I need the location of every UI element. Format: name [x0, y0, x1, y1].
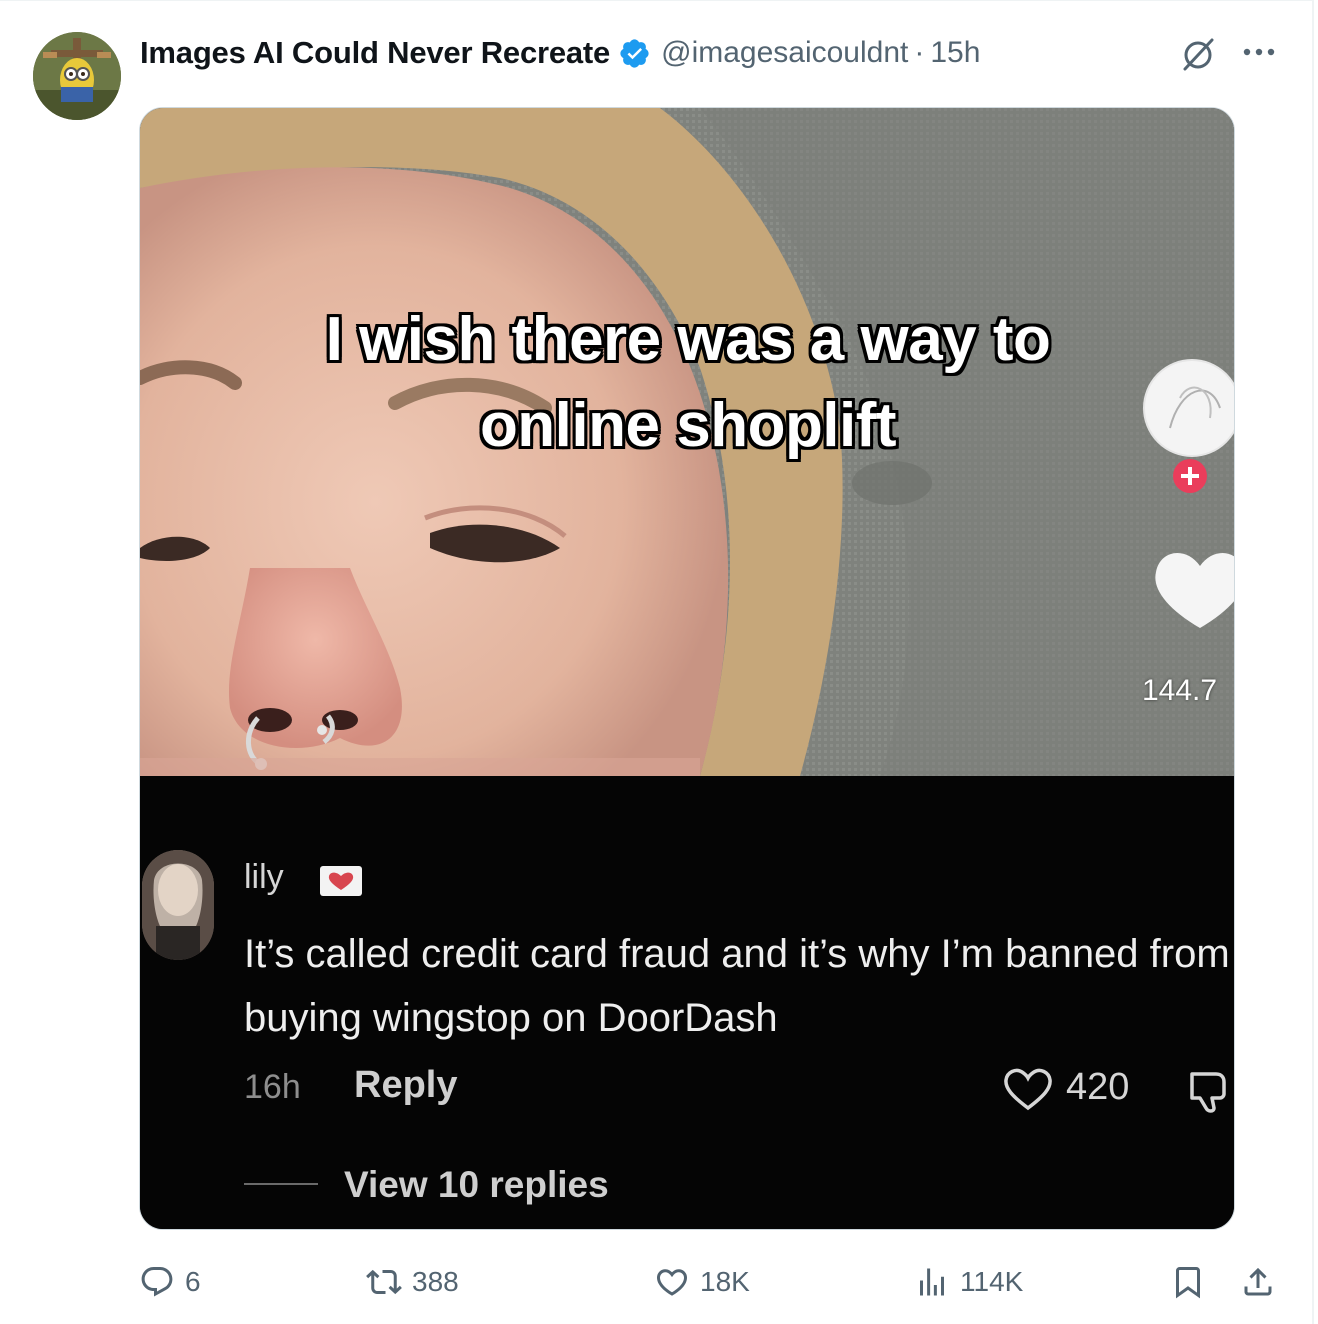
heart-icon	[1004, 1068, 1052, 1111]
plus-icon	[1173, 459, 1207, 493]
overlay-caption-line-2: online shoplift	[479, 391, 897, 460]
share-icon	[1244, 1267, 1272, 1296]
reply-count: 6	[185, 1266, 201, 1297]
grok-icon[interactable]	[1178, 34, 1218, 74]
overlay-caption-line-1: I wish there was a way to	[325, 305, 1051, 374]
tiktok-screenshot-photo: I wish there was a way to online shoplif…	[140, 108, 1234, 776]
bookmark-button[interactable]	[1170, 1252, 1206, 1312]
tweet-timestamp[interactable]: 15h	[930, 36, 980, 70]
heart-badge-icon	[320, 866, 362, 896]
comment-text: It’s called credit card fraud and it’s w…	[244, 932, 1230, 1040]
tiktok-comment-panel: lily It’s called credit card fraud and i…	[140, 776, 1234, 1229]
author-handle[interactable]: @imagesaicouldnt	[661, 36, 908, 70]
like-count: 18K	[700, 1266, 750, 1297]
views-count: 114K	[960, 1266, 1024, 1297]
tweet-media[interactable]: I wish there was a way to online shoplif…	[139, 107, 1235, 1230]
tweet-action-bar: 6 388 18K 114K	[0, 1252, 1318, 1312]
replies-divider	[244, 1183, 318, 1185]
like-button[interactable]: 18K	[654, 1252, 750, 1312]
commenter-username: lily	[244, 858, 284, 896]
comment-like-count: 420	[1066, 1066, 1130, 1108]
author-avatar[interactable]	[33, 32, 121, 120]
comment-reply-button: Reply	[354, 1064, 458, 1106]
repost-button[interactable]: 388	[366, 1252, 459, 1312]
right-divider	[1312, 0, 1314, 1324]
reply-icon	[141, 1267, 173, 1297]
tiktok-like-count: 144.7	[1142, 674, 1218, 707]
reply-button[interactable]: 6	[139, 1252, 201, 1312]
dislike-icon	[1190, 1072, 1226, 1113]
comment-age: 16h	[244, 1068, 301, 1106]
repost-count: 388	[412, 1266, 459, 1297]
tweet-header: Images AI Could Never Recreate @imagesai…	[140, 30, 980, 76]
share-button[interactable]	[1240, 1252, 1276, 1312]
author-display-name[interactable]: Images AI Could Never Recreate	[140, 35, 610, 71]
repost-icon	[366, 1269, 402, 1295]
views-icon	[920, 1268, 944, 1296]
verified-badge-icon	[618, 37, 651, 70]
bookmark-icon	[1176, 1267, 1200, 1299]
header-separator: ·	[914, 36, 925, 69]
commenter-avatar	[142, 850, 214, 960]
view-replies-link: View 10 replies	[344, 1164, 609, 1205]
top-divider	[0, 0, 1314, 1]
avatar-image	[33, 32, 121, 120]
more-icon[interactable]	[1240, 40, 1278, 64]
like-icon	[656, 1269, 688, 1296]
views-button[interactable]: 114K	[914, 1252, 1023, 1312]
